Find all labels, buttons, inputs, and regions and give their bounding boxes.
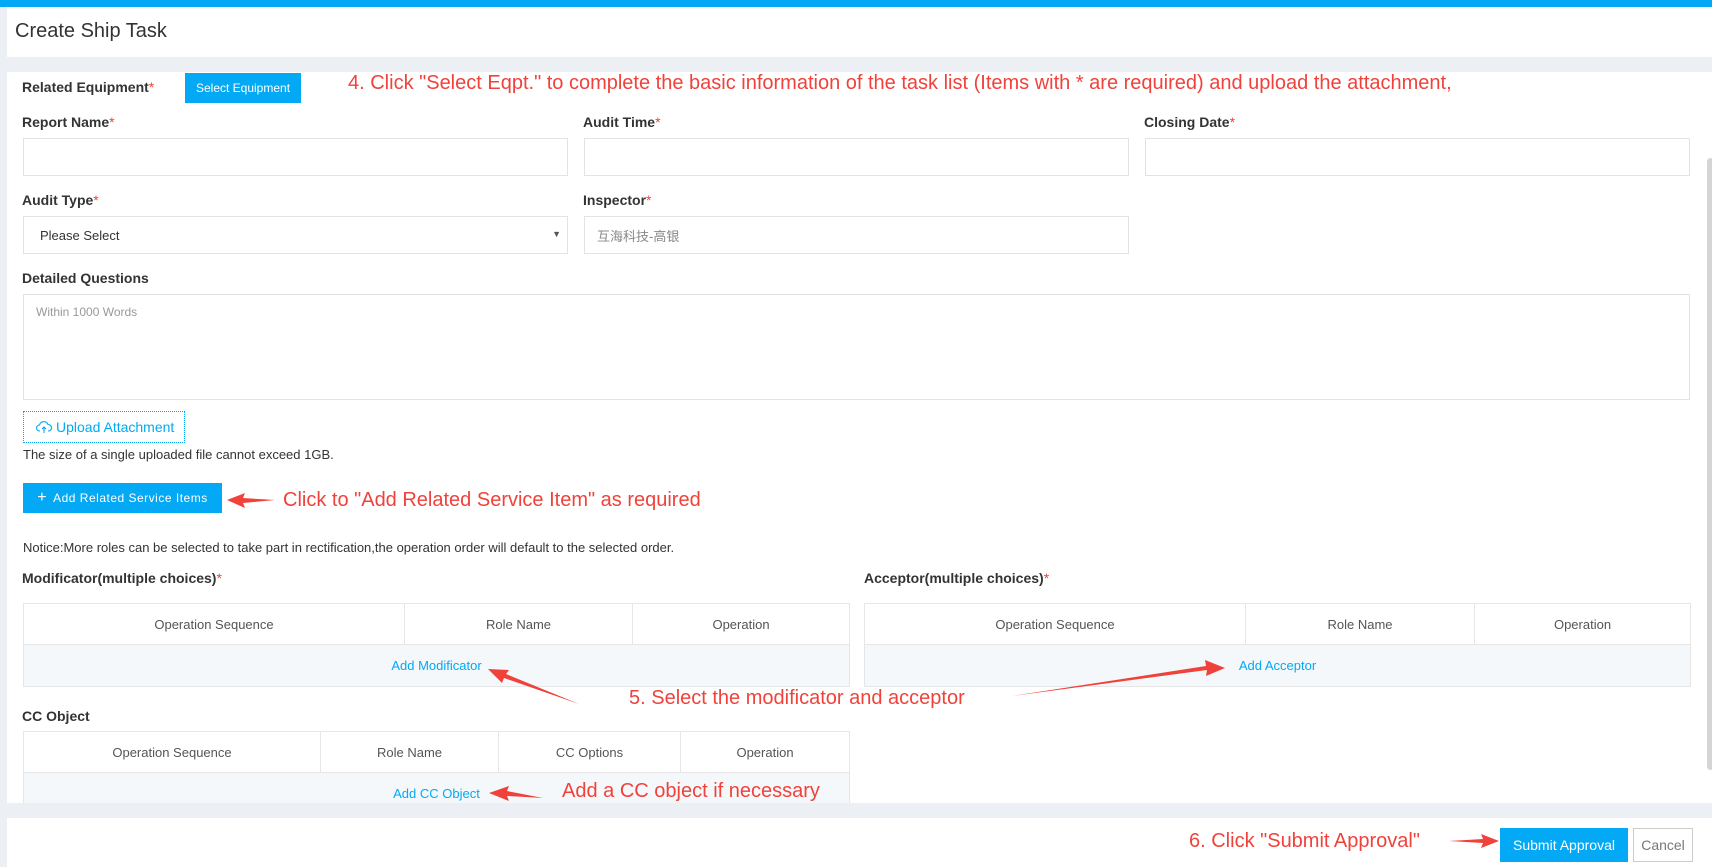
acceptor-table-header: Operation Sequence Role Name Operation: [864, 603, 1691, 645]
add-modificator-link[interactable]: Add Modificator: [391, 658, 481, 673]
add-cc-object-link[interactable]: Add CC Object: [393, 786, 480, 801]
report-name-input[interactable]: [23, 138, 568, 176]
column-header: Role Name: [320, 731, 499, 773]
acceptor-table: Operation Sequence Role Name Operation A…: [864, 603, 1691, 687]
audit-time-label: Audit Time*: [583, 114, 661, 130]
annotation-step5: 5. Select the modificator and acceptor: [629, 687, 965, 709]
column-header: Operation Sequence: [23, 731, 321, 773]
add-related-service-items-label: Add Related Service Items: [53, 491, 208, 505]
column-header: Operation Sequence: [864, 603, 1246, 645]
annotation-service-item: Click to "Add Related Service Item" as r…: [283, 489, 701, 511]
column-header: Role Name: [404, 603, 633, 645]
arrow-to-submit: [1449, 834, 1499, 848]
add-acceptor-link[interactable]: Add Acceptor: [1239, 658, 1316, 673]
page-header: Create Ship Task: [7, 7, 1712, 57]
form-content: Related Equipment* Select Equipment 4. C…: [7, 72, 1712, 803]
column-header: Role Name: [1245, 603, 1475, 645]
arrow-to-add-related: [227, 493, 275, 508]
chevron-down-icon: ▼: [552, 229, 561, 239]
audit-type-label: Audit Type*: [22, 192, 99, 208]
upload-attachment-label: Upload Attachment: [56, 419, 175, 435]
upload-size-note: The size of a single uploaded file canno…: [23, 447, 334, 462]
add-related-service-items-button[interactable]: + Add Related Service Items: [23, 483, 222, 513]
column-header: Operation: [680, 731, 850, 773]
annotation-step6: 6. Click "Submit Approval": [1189, 830, 1420, 852]
closing-date-label: Closing Date*: [1144, 114, 1236, 130]
modificator-table: Operation Sequence Role Name Operation A…: [23, 603, 850, 687]
column-header: Operation: [1474, 603, 1691, 645]
cc-object-table-header: Operation Sequence Role Name CC Options …: [23, 731, 850, 773]
annotation-step4: 4. Click "Select Eqpt." to complete the …: [348, 72, 1452, 94]
detailed-questions-textarea[interactable]: Within 1000 Words: [23, 294, 1690, 400]
modificator-label: Modificator(multiple choices)*: [22, 570, 222, 586]
cloud-upload-icon: [36, 421, 52, 433]
modificator-table-header: Operation Sequence Role Name Operation: [23, 603, 850, 645]
closing-date-input[interactable]: [1145, 138, 1690, 176]
inspector-input[interactable]: 互海科技-高银: [584, 216, 1129, 254]
form-footer: 6. Click "Submit Approval" Submit Approv…: [7, 818, 1712, 867]
upload-attachment-button[interactable]: Upload Attachment: [23, 411, 185, 443]
cc-object-label: CC Object: [22, 708, 90, 724]
column-header: Operation: [632, 603, 850, 645]
acceptor-table-row: Add Acceptor: [864, 644, 1691, 687]
column-header: CC Options: [498, 731, 681, 773]
related-equipment-label: Related Equipment*: [22, 79, 155, 95]
inspector-label: Inspector*: [583, 192, 652, 208]
submit-approval-button[interactable]: Submit Approval: [1500, 828, 1628, 862]
plus-icon: +: [37, 489, 48, 506]
acceptor-label: Acceptor(multiple choices)*: [864, 570, 1050, 586]
page-title: Create Ship Task: [15, 20, 167, 42]
audit-type-select[interactable]: Please Select ▼: [23, 216, 568, 254]
cancel-button[interactable]: Cancel: [1633, 828, 1693, 862]
modificator-table-row: Add Modificator: [23, 644, 850, 687]
audit-type-selected: Please Select: [40, 227, 120, 243]
top-accent-bar: [0, 0, 1712, 7]
detailed-questions-label: Detailed Questions: [22, 270, 149, 286]
select-equipment-button[interactable]: Select Equipment: [185, 73, 301, 103]
annotation-cc: Add a CC object if necessary: [562, 780, 820, 802]
notice-text: Notice:More roles can be selected to tak…: [23, 540, 675, 555]
column-header: Operation Sequence: [23, 603, 405, 645]
report-name-label: Report Name*: [22, 114, 115, 130]
vertical-scrollbar[interactable]: [1707, 158, 1712, 770]
audit-time-input[interactable]: [584, 138, 1129, 176]
